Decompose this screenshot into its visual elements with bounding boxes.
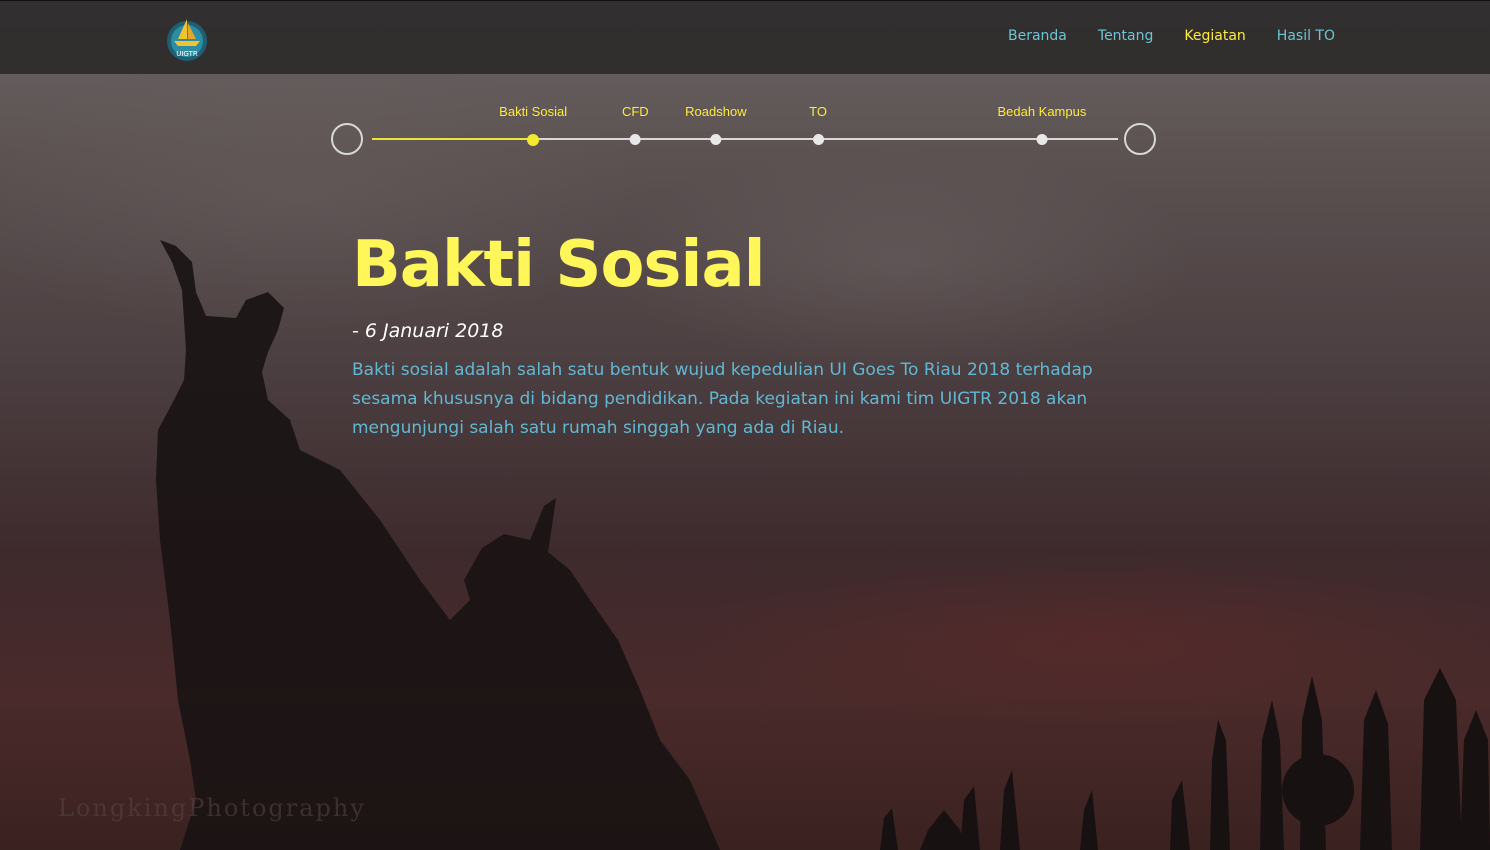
timeline-item[interactable]: TO	[809, 104, 827, 145]
timeline-dot	[527, 134, 540, 146]
timeline-item-label: Roadshow	[685, 104, 747, 119]
nav-link-tentang[interactable]: Tentang	[1098, 28, 1154, 44]
nav-link-beranda[interactable]: Beranda	[1008, 28, 1067, 44]
photo-watermark: LongkingPhotography	[58, 794, 366, 822]
nav-links: Beranda Tentang Kegiatan Hasil TO	[1008, 28, 1335, 44]
event-title: Bakti Sosial	[352, 228, 766, 302]
timeline-item[interactable]: CFD	[622, 104, 649, 145]
event-content: Bakti Sosial - 6 Januari 2018 Bakti sosi…	[352, 222, 1132, 443]
timeline-dot	[812, 134, 824, 145]
uigtr-logo[interactable]: UIGTR	[164, 13, 210, 63]
nav-link-hasil-to[interactable]: Hasil TO	[1277, 28, 1335, 44]
event-description: Bakti sosial adalah salah satu bentuk wu…	[352, 360, 1093, 438]
logo-text: UIGTR	[176, 50, 198, 58]
timeline-item-label: Bedah Kampus	[997, 104, 1087, 119]
timeline-item[interactable]: Bakti Sosial	[499, 104, 567, 146]
event-date: - 6 Januari 2018	[352, 320, 504, 342]
timeline-item-label: CFD	[621, 104, 649, 119]
timeline-next-button[interactable]	[1124, 123, 1156, 155]
timeline-item-label: TO	[809, 104, 828, 119]
timeline-item-label: Bakti Sosial	[499, 104, 568, 119]
event-timeline: Bakti Sosial CFD Roadshow TO Bedah Kampus	[330, 104, 1160, 160]
timeline-dot	[629, 134, 641, 145]
timeline-dot	[1036, 134, 1048, 145]
nav-link-kegiatan[interactable]: Kegiatan	[1184, 28, 1245, 44]
timeline-prev-button[interactable]	[331, 123, 363, 155]
timeline-dot	[710, 134, 722, 145]
top-navbar: UIGTR Beranda Tentang Kegiatan Hasil TO	[0, 0, 1490, 74]
page: UIGTR Beranda Tentang Kegiatan Hasil TO …	[0, 0, 1490, 850]
timeline-item[interactable]: Bedah Kampus	[997, 104, 1086, 145]
timeline-item[interactable]: Roadshow	[685, 104, 747, 145]
